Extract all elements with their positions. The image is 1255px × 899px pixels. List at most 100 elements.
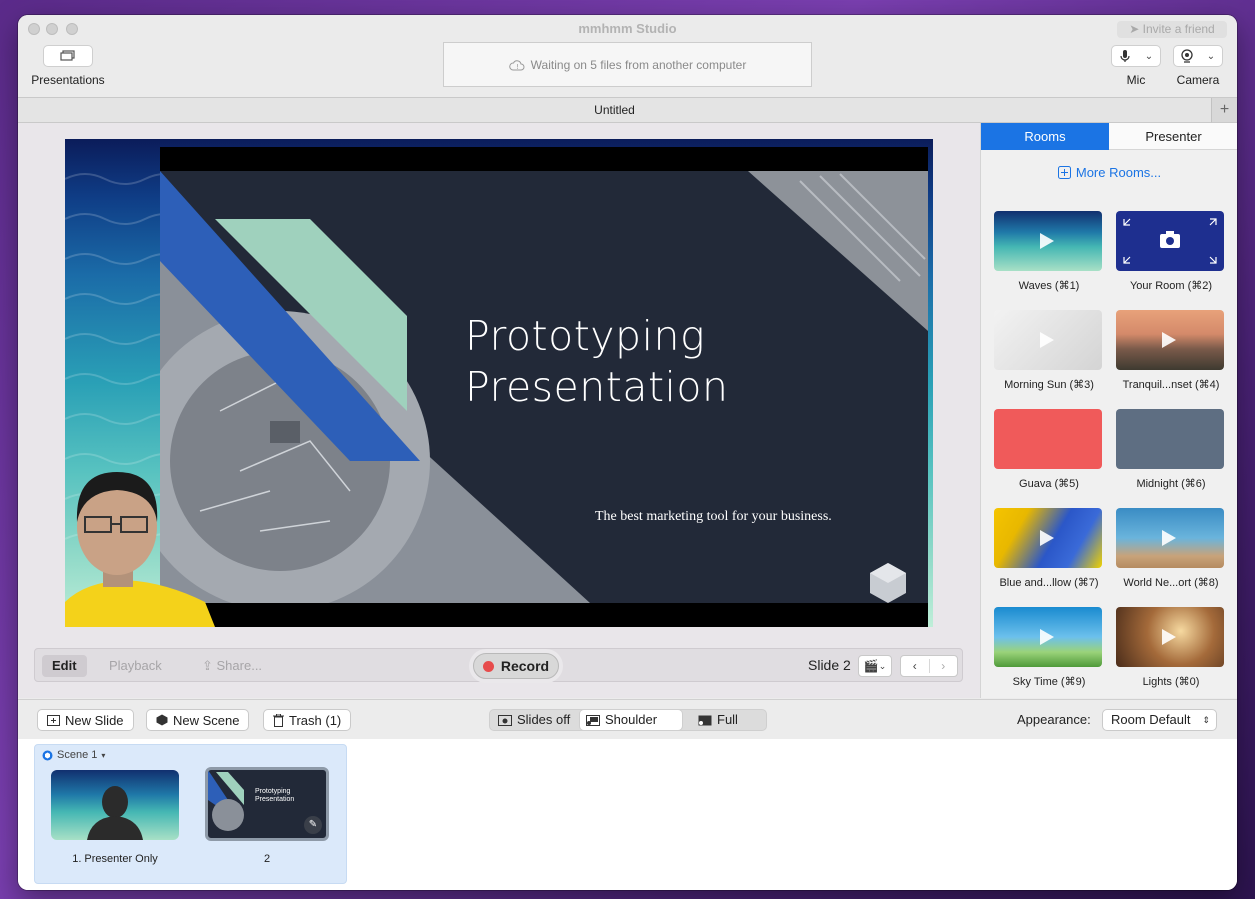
slide-content[interactable]: Prototyping Presentation The best market… bbox=[160, 147, 928, 627]
layout-label: Slides off bbox=[517, 712, 571, 727]
play-icon bbox=[1162, 530, 1176, 546]
more-rooms-link[interactable]: More Rooms... bbox=[981, 165, 1237, 180]
room-thumbnail bbox=[994, 508, 1102, 568]
camera-icon bbox=[1123, 218, 1217, 264]
brand-logo bbox=[870, 563, 906, 603]
next-slide-button[interactable]: › bbox=[930, 659, 958, 673]
slide-indicator: Slide 2 bbox=[808, 657, 851, 673]
camera-button[interactable]: ⌄ bbox=[1173, 45, 1223, 67]
layout-label: Shoulder bbox=[605, 712, 658, 727]
record-dot-icon bbox=[482, 660, 494, 672]
shoulder-icon bbox=[586, 714, 600, 726]
trash-button[interactable]: Trash (1) bbox=[263, 709, 352, 731]
room-thumbnail bbox=[994, 310, 1102, 370]
chevron-down-icon[interactable]: ▾ bbox=[101, 751, 105, 760]
svg-text:!: ! bbox=[516, 63, 519, 71]
mini-slide-title: Prototyping Presentation bbox=[255, 788, 294, 804]
record-button[interactable]: Record bbox=[473, 653, 559, 679]
scene-header: Scene 1 ▾ bbox=[42, 749, 105, 761]
room-morning-sun[interactable]: Morning Sun (⌘3) bbox=[994, 310, 1104, 391]
playback-mode-button[interactable]: Playback bbox=[99, 655, 172, 677]
slide-thumbnail-presenter-only[interactable] bbox=[51, 770, 179, 840]
invite-label: Invite a friend bbox=[1142, 22, 1215, 36]
app-window: mmhmm Studio ➤ Invite a friend Presentat… bbox=[18, 15, 1237, 890]
cloud-warning-icon: ! bbox=[508, 59, 525, 71]
room-label: Lights (⌘0) bbox=[1142, 676, 1200, 688]
appearance-select[interactable]: Room Default ⇕ bbox=[1102, 709, 1217, 731]
paper-plane-icon: ➤ bbox=[1129, 22, 1143, 36]
scenes-strip: Scene 1 ▾ 1. Presenter Only Prototyping … bbox=[18, 739, 1237, 890]
room-label: Tranquil...nset (⌘4) bbox=[1122, 379, 1220, 391]
new-slide-icon bbox=[47, 714, 60, 726]
stage-preview[interactable]: Prototyping Presentation The best market… bbox=[65, 139, 933, 627]
slide-nav: ‹ › bbox=[900, 655, 958, 677]
room-label: Blue and...llow (⌘7) bbox=[999, 577, 1099, 589]
clapperboard-icon: 🎬 bbox=[863, 659, 879, 673]
trash-label: Trash (1) bbox=[289, 712, 342, 728]
appearance-value: Room Default bbox=[1111, 712, 1191, 727]
layout-shoulder[interactable]: Shoulder bbox=[580, 710, 682, 730]
previous-slide-button[interactable]: ‹ bbox=[901, 659, 930, 673]
room-blue-and-yellow[interactable]: Blue and...llow (⌘7) bbox=[994, 508, 1104, 589]
chevron-down-icon[interactable]: ⌄ bbox=[1207, 51, 1215, 62]
slide-thumbnail-2[interactable]: Prototyping Presentation ✎ bbox=[205, 767, 329, 841]
window-title: mmhmm Studio bbox=[578, 21, 677, 36]
bottom-toolbar: New Slide New Scene Trash (1) Slides off… bbox=[18, 699, 1237, 740]
sync-status-text: Waiting on 5 files from another computer bbox=[530, 57, 747, 72]
room-guava[interactable]: Guava (⌘5) bbox=[994, 409, 1104, 490]
stage-area: Prototyping Presentation The best market… bbox=[18, 123, 980, 698]
full-icon bbox=[698, 715, 712, 725]
document-tab-title: Untitled bbox=[594, 103, 635, 117]
layout-slides-off[interactable]: Slides off bbox=[492, 710, 588, 730]
layout-full[interactable]: Full bbox=[692, 710, 764, 730]
play-icon bbox=[1040, 233, 1054, 249]
tab-rooms[interactable]: Rooms bbox=[981, 123, 1109, 150]
room-world-news-report[interactable]: World Ne...ort (⌘8) bbox=[1116, 508, 1226, 589]
record-label: Record bbox=[500, 658, 550, 674]
edit-pencil-icon[interactable]: ✎ bbox=[304, 816, 322, 834]
scene-group[interactable]: Scene 1 ▾ 1. Presenter Only Prototyping … bbox=[34, 744, 347, 884]
chevron-down-icon[interactable]: ⌄ bbox=[1145, 51, 1153, 62]
mini-slide-title-line1: Prototyping bbox=[255, 788, 291, 795]
room-your-room[interactable]: Your Room (⌘2) bbox=[1116, 211, 1226, 292]
room-label: Midnight (⌘6) bbox=[1136, 478, 1206, 490]
rooms-panel: Rooms Presenter More Rooms... Waves (⌘1)… bbox=[980, 123, 1237, 698]
presentations-icon bbox=[60, 50, 75, 61]
room-label: Waves (⌘1) bbox=[1018, 280, 1080, 292]
new-scene-button[interactable]: New Scene bbox=[146, 709, 250, 731]
room-sky-time[interactable]: Sky Time (⌘9) bbox=[994, 607, 1104, 688]
invite-friend-button[interactable]: ➤ Invite a friend bbox=[1117, 21, 1227, 38]
sync-status: ! Waiting on 5 files from another comput… bbox=[443, 42, 812, 87]
room-label: World Ne...ort (⌘8) bbox=[1123, 577, 1219, 589]
presentations-label: Presentations bbox=[31, 73, 105, 87]
play-icon bbox=[1162, 332, 1176, 348]
scene-icon bbox=[156, 714, 168, 726]
more-rooms-label: More Rooms... bbox=[1075, 165, 1162, 180]
room-label: Your Room (⌘2) bbox=[1129, 280, 1213, 292]
room-lights[interactable]: Lights (⌘0) bbox=[1116, 607, 1226, 688]
room-thumbnail bbox=[1116, 211, 1224, 271]
add-tab-button[interactable]: + bbox=[1211, 98, 1237, 123]
presenter-video[interactable] bbox=[65, 462, 215, 627]
new-slide-button[interactable]: New Slide bbox=[37, 709, 134, 731]
mic-button[interactable]: ⌄ bbox=[1111, 45, 1161, 67]
room-label: Sky Time (⌘9) bbox=[1012, 676, 1086, 688]
room-tranquil-sunset[interactable]: Tranquil...nset (⌘4) bbox=[1116, 310, 1226, 391]
room-midnight[interactable]: Midnight (⌘6) bbox=[1116, 409, 1226, 490]
mini-slide-title-line2: Presentation bbox=[255, 796, 295, 803]
share-button[interactable]: ⇪ Share... bbox=[192, 655, 272, 677]
up-down-chevron-icon: ⇕ bbox=[1202, 715, 1210, 725]
play-icon bbox=[1040, 332, 1054, 348]
slide-title-line1: Prototyping bbox=[465, 312, 706, 360]
slide-transition-button[interactable]: 🎬 ⌄ bbox=[858, 655, 892, 677]
slide-title-line2: Presentation bbox=[465, 363, 729, 411]
tab-presenter[interactable]: Presenter bbox=[1109, 123, 1237, 150]
room-thumbnail bbox=[1116, 607, 1224, 667]
room-waves[interactable]: Waves (⌘1) bbox=[994, 211, 1104, 292]
document-tab[interactable]: Untitled bbox=[18, 98, 1211, 123]
edit-mode-button[interactable]: Edit bbox=[42, 655, 87, 677]
webcam-icon bbox=[1181, 49, 1193, 63]
play-icon bbox=[1040, 629, 1054, 645]
room-thumbnail bbox=[994, 607, 1102, 667]
presentations-button[interactable] bbox=[43, 45, 93, 67]
